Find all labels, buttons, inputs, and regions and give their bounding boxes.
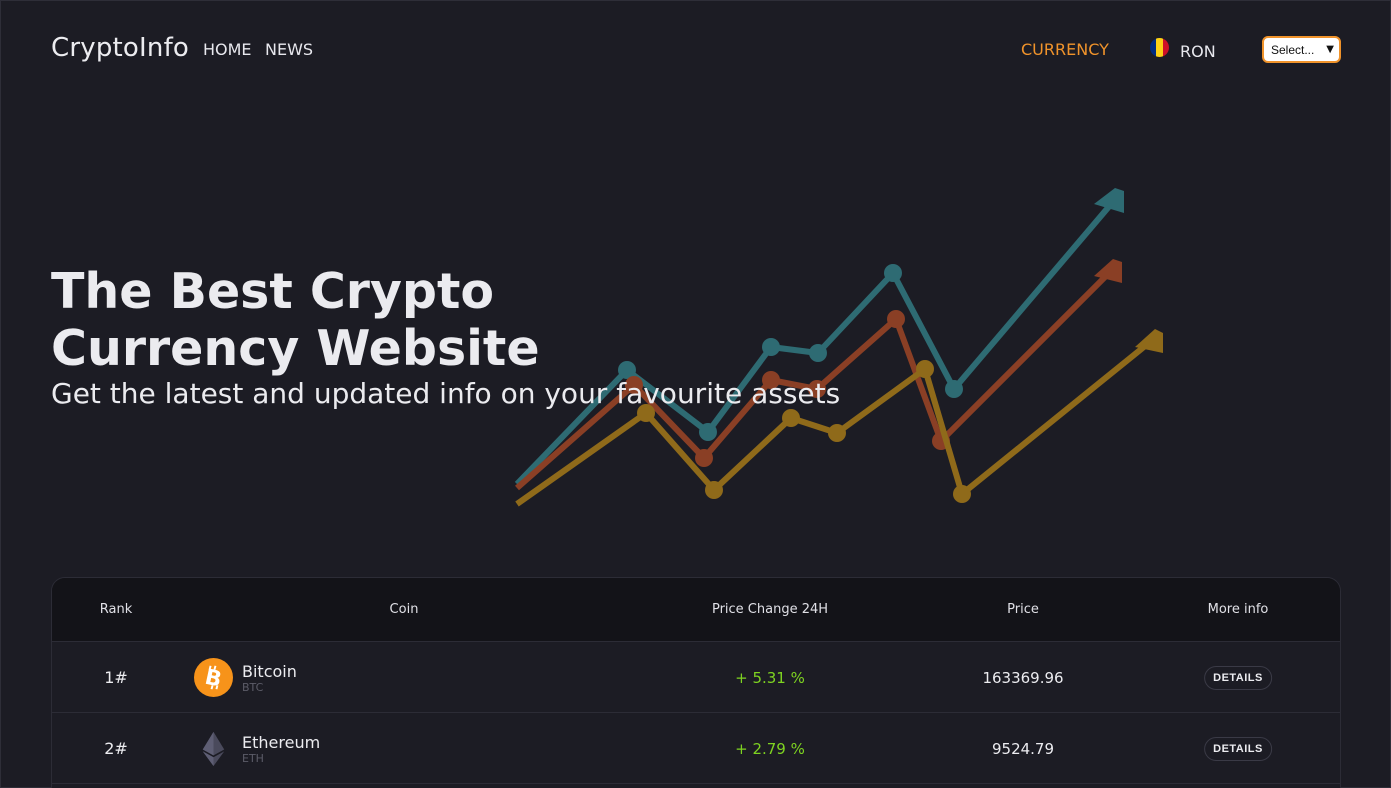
coin-price: 9524.79	[991, 740, 1055, 758]
coin-rank: 2#	[104, 739, 128, 758]
nav-news-link[interactable]: NEWS	[265, 40, 313, 59]
column-coin: Coin	[389, 602, 419, 617]
column-price: Price	[1007, 602, 1039, 617]
column-price-change: Price Change 24H	[711, 602, 829, 617]
details-button[interactable]: DETAILS	[1204, 666, 1272, 690]
table-row: 1# B Bitcoin BTC + 5.31 % 163369.96 DETA…	[52, 642, 1340, 713]
currency-select[interactable]: Select... ▼	[1262, 36, 1341, 63]
nav-home-link[interactable]: HOME	[203, 40, 252, 59]
chevron-down-icon: ▼	[1326, 44, 1334, 55]
rust-arrow-head	[1094, 259, 1122, 283]
crypto-table: Rank Coin Price Change 24H Price More in…	[51, 577, 1341, 788]
brand-logo[interactable]: CryptoInfo	[51, 33, 189, 63]
hero-subtitle: Get the latest and updated info on your …	[51, 377, 841, 410]
table-row: 2# Ethereum ETH + 2.79 % 9524.79 DETAILS	[52, 713, 1340, 784]
table-header: Rank Coin Price Change 24H Price More in…	[52, 578, 1340, 642]
details-button[interactable]: DETAILS	[1204, 737, 1272, 761]
romania-flag-icon	[1150, 38, 1169, 57]
hero-title: The Best Crypto Currency Website	[51, 263, 540, 377]
price-change: + 5.31 %	[735, 669, 805, 687]
top-navbar: CryptoInfo HOME NEWS CURRENCY RON Select…	[0, 0, 1391, 100]
currency-select-value: Select...	[1271, 42, 1315, 57]
bitcoin-icon: B	[194, 658, 233, 697]
price-change: + 2.79 %	[735, 740, 805, 758]
selected-currency: RON	[1180, 42, 1216, 61]
coin-rank: 1#	[104, 668, 128, 687]
coin-name: Bitcoin	[242, 662, 297, 681]
currency-label: CURRENCY	[1021, 40, 1109, 59]
coin-name: Ethereum	[242, 733, 321, 752]
ethereum-icon	[202, 731, 225, 767]
coin-symbol: BTC	[242, 681, 264, 694]
column-rank: Rank	[99, 602, 133, 617]
coin-symbol: ETH	[242, 752, 264, 765]
column-more-info: More info	[1207, 602, 1269, 617]
coin-price: 163369.96	[982, 669, 1064, 687]
